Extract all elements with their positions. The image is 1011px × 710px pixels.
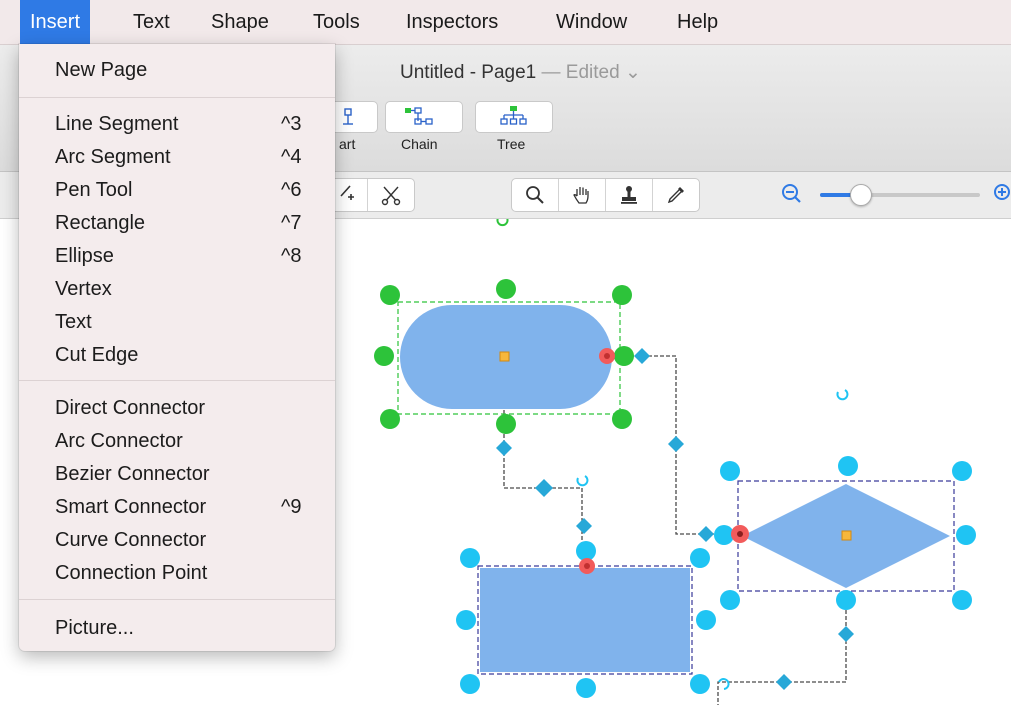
menu-item-arc-connector[interactable]: Arc Connector — [19, 425, 335, 457]
cut-path-tool[interactable] — [368, 179, 414, 211]
menu-item-text[interactable]: Text — [19, 306, 335, 338]
menu-item-direct-connector[interactable]: Direct Connector — [19, 392, 335, 424]
zoom-in-icon[interactable] — [991, 181, 1011, 207]
zoom-out-icon[interactable] — [779, 181, 805, 207]
menu-item-label: Text — [55, 311, 92, 333]
menu-item-shortcut: ^8 — [281, 245, 302, 267]
menu-item-label: Vertex — [55, 278, 112, 300]
stamp-tool[interactable] — [606, 179, 653, 211]
menu-item-picture[interactable]: Picture... — [19, 612, 335, 644]
menu-item-label: Arc Connector — [55, 430, 183, 452]
chart-button-label: art — [339, 136, 356, 152]
menu-item-label: Arc Segment — [55, 146, 171, 168]
zoom-slider[interactable] — [820, 193, 980, 197]
eyedropper-icon — [667, 187, 684, 204]
menu-item-label: New Page — [55, 59, 148, 81]
menu-item-label: Smart Connector — [55, 496, 207, 518]
menu-item-label: Direct Connector — [55, 397, 206, 419]
tree-icon — [500, 106, 527, 125]
eyedropper-tool[interactable] — [653, 179, 699, 211]
menu-item-label: Curve Connector — [55, 529, 207, 551]
menu-item-arc-segment[interactable]: Arc Segment ^4 — [19, 141, 335, 173]
menu-item-line-segment[interactable]: Line Segment ^3 — [19, 108, 335, 140]
connector-line[interactable] — [717, 598, 847, 705]
tree-button-label: Tree — [497, 136, 526, 152]
center-handle[interactable] — [841, 530, 852, 541]
hand-icon — [573, 187, 589, 204]
menu-bar: Insert Text Shape Tools Inspectors Windo… — [0, 0, 1011, 45]
menu-item-cut-edge[interactable]: Cut Edge — [19, 339, 335, 371]
menu-item-pen-tool[interactable]: Pen Tool ^6 — [19, 174, 335, 206]
center-handle[interactable] — [499, 351, 510, 362]
chain-button[interactable] — [385, 101, 463, 133]
menu-item-label: Cut Edge — [55, 344, 139, 366]
edited-indicator[interactable]: — Edited ⌄ — [542, 62, 641, 83]
menu-item-smart-connector[interactable]: Smart Connector ^9 — [19, 491, 335, 523]
menu-item-shortcut: ^6 — [281, 179, 302, 201]
rotate-icon[interactable] — [496, 217, 509, 227]
menu-item-shortcut: ^3 — [281, 113, 302, 135]
menu-item-shortcut: ^9 — [281, 496, 302, 518]
menu-help[interactable]: Help — [667, 0, 728, 44]
menu-shape[interactable]: Shape — [201, 0, 279, 44]
window-title: Untitled - Page1 — Edited ⌄ — [400, 61, 641, 84]
menu-tools[interactable]: Tools — [303, 0, 370, 44]
menu-text[interactable]: Text — [123, 0, 180, 44]
chain-button-label: Chain — [401, 136, 438, 152]
zoom-tool[interactable] — [512, 179, 559, 211]
menu-item-connection-point[interactable]: Connection Point — [19, 557, 335, 589]
menu-insert[interactable]: Insert — [20, 0, 91, 44]
insert-menu-dropdown: New Page Line Segment ^3 Arc Segment ^4 … — [19, 44, 335, 651]
menu-separator — [19, 380, 335, 381]
zoom-slider-thumb[interactable] — [850, 184, 872, 206]
rectangle-shape[interactable] — [480, 568, 690, 672]
menu-inspectors[interactable]: Inspectors — [396, 0, 508, 44]
menu-separator — [19, 599, 335, 600]
menu-item-label: Rectangle — [55, 212, 146, 234]
magnifier-icon — [526, 186, 544, 204]
hand-tool[interactable] — [559, 179, 606, 211]
tree-button[interactable] — [475, 101, 553, 133]
view-tools-group — [511, 178, 700, 212]
menu-item-label: Pen Tool — [55, 179, 133, 201]
menu-item-label: Connection Point — [55, 562, 208, 584]
add-point-icon — [340, 185, 354, 200]
menu-item-shortcut: ^4 — [281, 146, 302, 168]
chain-icon — [405, 107, 433, 125]
menu-item-bezier-connector[interactable]: Bezier Connector — [19, 458, 335, 490]
document-title: Untitled - Page1 — [400, 62, 537, 83]
menu-item-label: Picture... — [55, 617, 134, 639]
menu-item-label: Line Segment — [55, 113, 179, 135]
rotate-icon — [718, 678, 730, 690]
menu-item-ellipse[interactable]: Ellipse ^8 — [19, 240, 335, 272]
menu-window[interactable]: Window — [546, 0, 637, 44]
scissors-icon — [381, 186, 401, 206]
menu-item-shortcut: ^7 — [281, 212, 302, 234]
menu-item-label: Bezier Connector — [55, 463, 210, 485]
rotate-icon — [576, 475, 589, 487]
stamp-icon — [621, 186, 637, 204]
menu-item-rectangle[interactable]: Rectangle ^7 — [19, 207, 335, 239]
menu-item-curve-connector[interactable]: Curve Connector — [19, 524, 335, 556]
menu-separator — [19, 97, 335, 98]
menu-item-new-page[interactable]: New Page — [19, 54, 335, 86]
menu-item-vertex[interactable]: Vertex — [19, 273, 335, 305]
menu-item-label: Ellipse — [55, 245, 114, 267]
rotate-icon — [836, 389, 849, 401]
